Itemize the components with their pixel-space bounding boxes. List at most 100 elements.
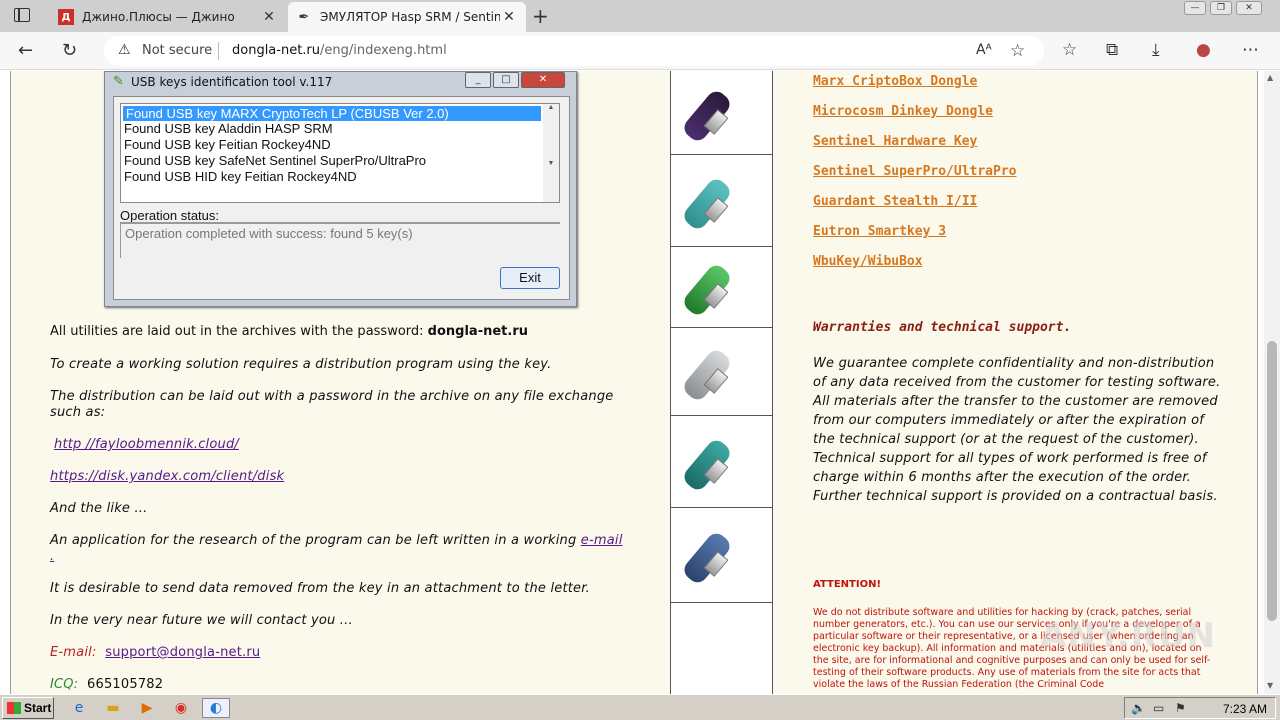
tab-actions-icon[interactable] bbox=[14, 8, 30, 22]
email-link[interactable]: e-mail bbox=[581, 533, 623, 548]
list-item: Found USB key Aladdin HASP SRM bbox=[124, 121, 333, 136]
minimize-window-icon[interactable]: — bbox=[1184, 1, 1206, 15]
tab-jino[interactable]: Д Джино.Плюсы — Джино ✕ bbox=[50, 2, 286, 32]
link-guardant-stealth[interactable]: Guardant Stealth I/II bbox=[813, 194, 977, 209]
link-wbukey-wibubox[interactable]: WbuKey/WibuBox bbox=[813, 254, 923, 269]
new-tab-icon[interactable]: + bbox=[532, 4, 549, 28]
operation-status-label: Operation status: bbox=[120, 208, 219, 223]
link-sentinel-superpro[interactable]: Sentinel SuperPro/UltraPro bbox=[813, 164, 1017, 179]
list-scrollbar: ▲ ▼ bbox=[543, 104, 559, 202]
operation-status-value: Operation completed with success: found … bbox=[120, 222, 560, 258]
pen-favicon-icon: ✒ bbox=[298, 9, 310, 25]
not-secure-label[interactable]: Not secure bbox=[142, 43, 212, 58]
start-label: Start bbox=[24, 701, 52, 715]
warning-icon[interactable]: ⚠ bbox=[118, 42, 131, 58]
dongle-image-cell bbox=[671, 71, 772, 155]
page-viewport: ✎ USB keys identification tool v.117 _ □… bbox=[0, 71, 1264, 694]
warranty-heading: Warranties and technical support. bbox=[813, 320, 1072, 335]
support-email-link[interactable]: support@dongla-net.ru bbox=[105, 645, 260, 660]
key-list: Found USB key MARX CryptoTech LP (CBUSB … bbox=[120, 103, 560, 203]
dongle-image-cell bbox=[671, 416, 772, 508]
application-text: An application for the research of the p… bbox=[50, 533, 581, 548]
taskbar: Start e ▬ ▶ ◉ ◐ 🔈 ▭ ⚑ 7:23 AM bbox=[0, 694, 1280, 720]
green-dongle-image bbox=[679, 257, 757, 319]
link-sentinel-hardware[interactable]: Sentinel Hardware Key bbox=[813, 134, 977, 149]
support-text: Technical support for all types of work … bbox=[813, 451, 1218, 504]
read-aloud-icon[interactable]: Aᴬ bbox=[976, 42, 992, 58]
tab-emulator[interactable]: ✒ ЭМУЛЯТОР Hasp SRM / Sentinel ✕ bbox=[288, 2, 526, 32]
url-text[interactable]: dongla-net.ru/eng/indexeng.html bbox=[232, 43, 447, 58]
folder-icon[interactable]: ▬ bbox=[102, 698, 124, 718]
volume-icon[interactable]: 🔈 bbox=[1131, 701, 1146, 715]
and-like-text: And the like ... bbox=[50, 501, 148, 516]
silver-dongle-image bbox=[679, 342, 757, 403]
tab-bar: Д Джино.Плюсы — Джино ✕ ✒ ЭМУЛЯТОР Hasp … bbox=[0, 0, 1280, 32]
favorites-icon[interactable]: ☆ bbox=[1062, 40, 1077, 60]
archives-text: All utilities are laid out in the archiv… bbox=[50, 324, 428, 339]
collections-icon[interactable]: ⧉ bbox=[1106, 40, 1118, 60]
dongle-images-column bbox=[670, 71, 773, 694]
link-eutron-smartkey[interactable]: Eutron Smartkey 3 bbox=[813, 224, 946, 239]
address-bar: ← ↻ ⚠ Not secure dongla-net.ru/eng/index… bbox=[0, 32, 1280, 70]
edge-icon[interactable]: ◐ bbox=[202, 698, 230, 718]
warranty-text: We guarantee complete confidentiality an… bbox=[813, 354, 1223, 506]
contact-text: In the very near future we will contact … bbox=[50, 613, 353, 628]
system-tray: 🔈 ▭ ⚑ 7:23 AM bbox=[1124, 697, 1276, 719]
icq-value: 665105782 bbox=[87, 677, 164, 692]
page-scrollbar[interactable]: ▲ ▼ bbox=[1264, 71, 1280, 694]
url-path: /eng/indexeng.html bbox=[320, 43, 447, 58]
close-window-icon[interactable]: ✕ bbox=[1236, 1, 1262, 15]
link-microcosm-dinkey[interactable]: Microcosm Dinkey Dongle bbox=[813, 104, 993, 119]
exit-button: Exit bbox=[500, 267, 560, 289]
anyrun-watermark: ANY.RUN bbox=[1040, 616, 1216, 656]
list-item: Found USB HID key Feitian Rockey4ND bbox=[124, 169, 357, 184]
list-item: Found USB key Feitian Rockey4ND bbox=[124, 137, 331, 152]
network-icon[interactable]: ▭ bbox=[1153, 701, 1164, 715]
close-tab-icon[interactable]: ✕ bbox=[500, 9, 518, 25]
jino-favicon-icon: Д bbox=[58, 9, 74, 25]
dongle-image-cell bbox=[671, 328, 772, 416]
dialog-body: Found USB key MARX CryptoTech LP (CBUSB … bbox=[113, 96, 570, 300]
scroll-down-icon[interactable]: ▼ bbox=[1267, 681, 1273, 690]
profile-avatar-icon[interactable]: ● bbox=[1196, 40, 1211, 60]
marx-dongle-image bbox=[679, 83, 757, 144]
close-tab-icon[interactable]: ✕ bbox=[260, 9, 278, 25]
materials-text: All materials after the transfer to the … bbox=[813, 394, 1218, 447]
url-field[interactable]: ⚠ Not secure dongla-net.ru/eng/indexeng.… bbox=[104, 36, 1044, 66]
link-marx-criptobox[interactable]: Marx CriptoBox Dongle bbox=[813, 74, 977, 89]
scrollbar-thumb[interactable] bbox=[1267, 341, 1277, 621]
scroll-up-icon[interactable]: ▲ bbox=[1267, 73, 1273, 82]
distribution-program-text: To create a working solution requires a … bbox=[50, 357, 552, 372]
usb-tool-screenshot: ✎ USB keys identification tool v.117 _ □… bbox=[104, 71, 577, 307]
teal-dongle-image bbox=[679, 171, 757, 232]
blue-dongle-image bbox=[679, 525, 757, 587]
clock[interactable]: 7:23 AM bbox=[1223, 702, 1267, 716]
guarantee-text: We guarantee complete confidentiality an… bbox=[813, 356, 1221, 390]
downloads-icon[interactable]: ⤓ bbox=[1152, 40, 1160, 60]
back-icon[interactable]: ← bbox=[18, 40, 33, 61]
list-item: Found USB key SafeNet Sentinel SuperPro/… bbox=[124, 153, 427, 168]
pencil-icon: ✎ bbox=[113, 74, 124, 89]
dialog-minimize-icon: _ bbox=[465, 72, 491, 88]
icq-label: ICQ: bbox=[50, 677, 79, 692]
dongle-image-cell bbox=[671, 247, 772, 328]
media-player-icon[interactable]: ▶ bbox=[136, 698, 158, 718]
distribution-exchange-text: The distribution can be laid out with a … bbox=[50, 389, 614, 420]
start-button[interactable]: Start bbox=[2, 697, 54, 719]
ie-icon[interactable]: e bbox=[68, 698, 90, 718]
desirable-text: It is desirable to send data removed fro… bbox=[50, 581, 590, 596]
chrome-icon[interactable]: ◉ bbox=[170, 698, 192, 718]
dialog-title: USB keys identification tool v.117 bbox=[131, 75, 333, 89]
flag-icon[interactable]: ⚑ bbox=[1175, 701, 1186, 715]
url-host: dongla-net.ru bbox=[232, 43, 321, 58]
tab-title: Джино.Плюсы — Джино bbox=[82, 10, 235, 24]
more-menu-icon[interactable]: ⋯ bbox=[1242, 40, 1259, 60]
fayloobmennik-link[interactable]: http //fayloobmennik.cloud/ bbox=[54, 437, 239, 452]
yandex-disk-link[interactable]: https://disk.yandex.com/client/disk bbox=[50, 469, 284, 484]
tab-title: ЭМУЛЯТОР Hasp SRM / Sentinel bbox=[320, 10, 500, 24]
reload-icon[interactable]: ↻ bbox=[62, 40, 77, 61]
add-favorite-icon[interactable]: ☆ bbox=[1010, 41, 1025, 61]
email-link-dot[interactable]: . bbox=[50, 549, 54, 564]
restore-window-icon[interactable]: ❐ bbox=[1210, 1, 1232, 15]
application-paragraph: An application for the research of the p… bbox=[50, 533, 630, 565]
